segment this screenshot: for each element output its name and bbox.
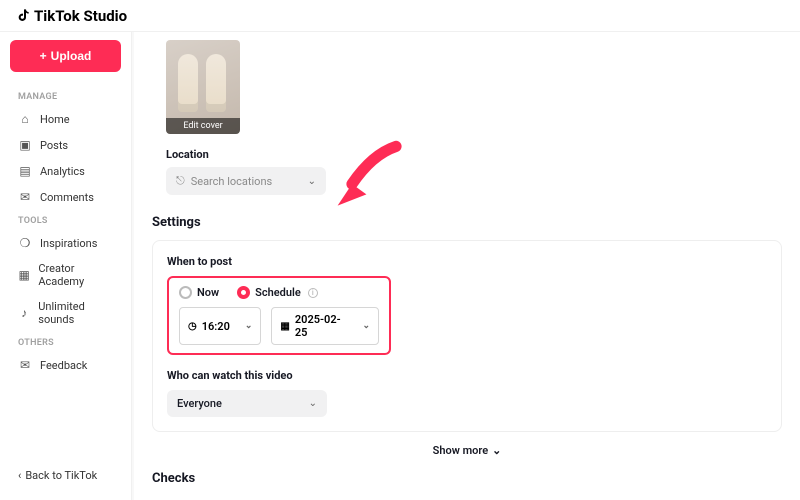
edit-cover-button[interactable]: Edit cover [166,118,240,134]
chevron-down-icon: ⌄ [362,321,370,331]
location-pin-icon: ⎋ [176,174,185,188]
sidebar-item-academy[interactable]: ▦Creator Academy [10,256,121,294]
feedback-icon: ✉ [18,358,32,372]
sidebar: + Upload MANAGE ⌂Home ▣Posts ▤Analytics … [0,0,132,500]
location-label: Location [166,148,782,161]
sidebar-item-comments[interactable]: ✉Comments [10,184,121,210]
posts-icon: ▣ [18,138,32,152]
info-icon: i [308,288,318,298]
chevron-down-icon: ⌄ [245,321,253,331]
date-select[interactable]: ▦ 2025-02-25 ⌄ [271,307,379,345]
comments-icon: ✉ [18,190,32,204]
analytics-icon: ▤ [18,164,32,178]
time-select[interactable]: ◷ 16:20 ⌄ [179,307,261,345]
sidebar-item-analytics[interactable]: ▤Analytics [10,158,121,184]
radio-now[interactable]: Now [179,286,219,299]
video-cover-thumbnail[interactable]: Edit cover [166,40,240,134]
inspirations-icon: ❍ [18,236,32,250]
when-to-post-label: When to post [167,255,767,268]
back-to-tiktok-link[interactable]: ‹ Back to TikTok [10,461,121,490]
location-select[interactable]: ⎋ Search locations ⌄ [166,167,326,195]
sidebar-item-home[interactable]: ⌂Home [10,106,121,132]
sounds-icon: ♪ [18,306,30,320]
clock-icon: ◷ [188,321,197,332]
brand-logo: TikTok Studio [16,7,127,25]
location-placeholder: Search locations [191,175,273,188]
sidebar-item-inspirations[interactable]: ❍Inspirations [10,230,121,256]
calendar-icon: ▦ [280,321,289,332]
main-content: Edit cover Location ⎋ Search locations ⌄… [134,0,800,500]
academy-icon: ▦ [18,268,30,282]
radio-on-icon [237,286,250,299]
tiktok-logo-icon [16,8,32,24]
radio-schedule[interactable]: Schedule i [237,286,318,299]
chevron-down-icon: ⌄ [492,444,501,457]
show-more-button[interactable]: Show more ⌄ [152,444,782,457]
sidebar-item-posts[interactable]: ▣Posts [10,132,121,158]
checks-title: Checks [152,471,782,486]
section-tools-label: TOOLS [18,216,113,226]
plus-icon: + [40,49,47,63]
schedule-highlight: Now Schedule i ◷ 16:20 ⌄ ▦ [167,276,391,355]
section-manage-label: MANAGE [18,92,113,102]
home-icon: ⌂ [18,112,32,126]
settings-card: When to post Now Schedule i ◷ [152,240,782,432]
upload-button[interactable]: + Upload [10,40,121,72]
privacy-label: Who can watch this video [167,369,767,382]
chevron-down-icon: ⌄ [309,398,317,409]
section-others-label: OTHERS [18,338,113,348]
sidebar-item-feedback[interactable]: ✉Feedback [10,352,121,378]
chevron-down-icon: ⌄ [308,176,316,187]
privacy-select[interactable]: Everyone ⌄ [167,390,327,417]
settings-title: Settings [152,215,782,230]
radio-off-icon [179,286,192,299]
chevron-left-icon: ‹ [18,469,21,482]
sidebar-item-sounds[interactable]: ♪Unlimited sounds [10,294,121,332]
